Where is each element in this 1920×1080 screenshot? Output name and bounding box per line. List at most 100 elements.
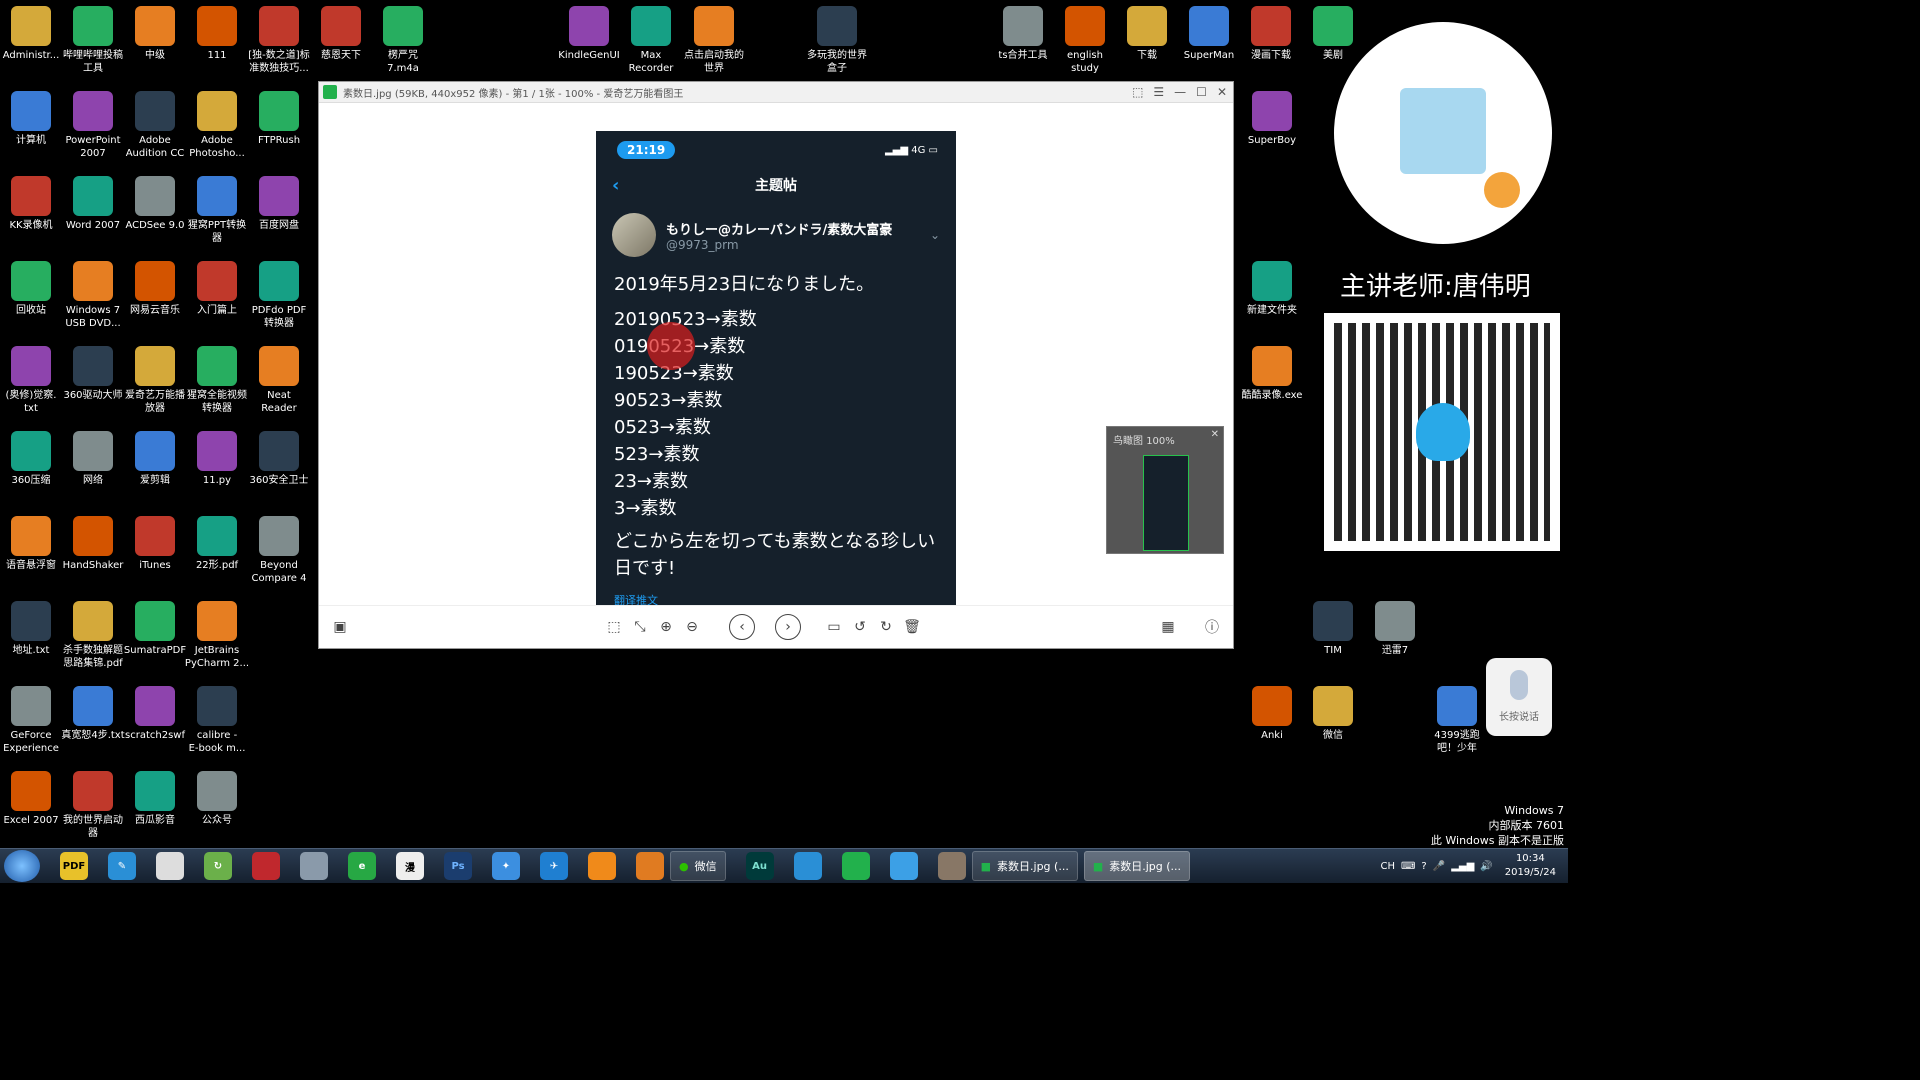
image-viewer-window[interactable]: 素数日.jpg (59KB, 440x952 像素) - 第1 / 1张 - 1… <box>318 81 1234 649</box>
desktop-icon[interactable]: SuperMan <box>1174 6 1244 62</box>
minimize-button[interactable]: — <box>1174 85 1186 99</box>
desktop-icon[interactable]: 西瓜影音 <box>120 771 190 827</box>
delete-icon[interactable]: 🗑 <box>899 614 925 640</box>
desktop-icon[interactable]: TIM <box>1298 601 1368 657</box>
desktop-icon[interactable]: 语音悬浮窗 <box>0 516 66 572</box>
desktop-icon[interactable]: 我的世界启动 器 <box>58 771 128 840</box>
desktop-icon[interactable]: 多玩我的世界 盒子 <box>802 6 872 75</box>
voice-input-popup[interactable]: 长按说话 <box>1486 658 1552 736</box>
desktop-icon[interactable]: [独-数之道]标 准数独技巧... <box>244 6 314 75</box>
desktop-icon[interactable]: Anki <box>1237 686 1307 742</box>
pet-icon[interactable] <box>156 852 184 880</box>
menu-icon[interactable]: ☰ <box>1153 85 1164 99</box>
desktop-icon[interactable]: SumatraPDF <box>120 601 190 657</box>
desktop-icon[interactable]: ts合并工具 <box>988 6 1058 62</box>
info-icon[interactable]: ⓘ <box>1199 614 1225 640</box>
fit-icon[interactable]: ⤡ <box>627 614 653 640</box>
desktop-icon[interactable]: KK录像机 <box>0 176 66 232</box>
skin-icon[interactable]: ⬚ <box>1132 85 1143 99</box>
close-button[interactable]: ✕ <box>1217 85 1227 99</box>
desktop-icon[interactable]: KindleGenUI <box>554 6 624 62</box>
book-icon[interactable] <box>252 852 280 880</box>
desktop-icon[interactable]: 点击启动我的 世界 <box>679 6 749 75</box>
desktop-icon[interactable]: english study <box>1050 6 1120 75</box>
desktop-icon[interactable]: 11.py <box>182 431 252 487</box>
desktop-icon[interactable]: 360驱动大师 <box>58 346 128 402</box>
thunder-icon[interactable]: ✈ <box>540 852 568 880</box>
desktop-icon[interactable]: Max Recorder <box>616 6 686 75</box>
desktop-icon[interactable]: Adobe Photosho... <box>182 91 252 160</box>
ime-indicator[interactable]: CH <box>1380 861 1395 872</box>
recorder-icon[interactable] <box>300 852 328 880</box>
image-canvas[interactable]: 21:19 ▂▄▆ 4G ▭ ‹ 主题帖 もりしー@カレーパンドラ/素数大富豪 … <box>319 103 1233 628</box>
next-button[interactable]: › <box>775 614 801 640</box>
desktop-icon[interactable]: Administr... <box>0 6 66 62</box>
desktop-icon[interactable]: 漫画下载 <box>1236 6 1306 62</box>
desktop-icon[interactable]: JetBrains PyCharm 2... <box>182 601 252 670</box>
desktop-icon[interactable]: Beyond Compare 4 <box>244 516 314 585</box>
prev-button[interactable]: ‹ <box>729 614 755 640</box>
fox-icon[interactable] <box>588 852 616 880</box>
close-icon[interactable]: ✕ <box>1211 429 1219 440</box>
network-icon[interactable]: ▂▄▆ <box>1451 861 1474 872</box>
desktop-icon[interactable]: SuperBoy <box>1237 91 1307 147</box>
volume-icon[interactable]: 🔊 <box>1480 861 1492 872</box>
keyboard-icon[interactable]: ⌨ <box>1401 861 1415 872</box>
game-icon[interactable] <box>937 852 966 880</box>
audition-icon[interactable]: Au <box>745 852 774 880</box>
desktop-icon[interactable]: 真宽恕4步.txt <box>58 686 128 742</box>
desktop-icon[interactable]: 爱奇艺万能播 放器 <box>120 346 190 415</box>
desktop-icon[interactable]: 4399逃跑 吧！少年 <box>1422 686 1492 755</box>
desktop-icon[interactable]: calibre - E-book m... <box>182 686 252 755</box>
viewer-titlebar[interactable]: 素数日.jpg (59KB, 440x952 像素) - 第1 / 1张 - 1… <box>319 82 1233 103</box>
pdf-icon[interactable]: PDF <box>60 852 88 880</box>
desktop-icon[interactable]: Excel 2007 <box>0 771 66 827</box>
desktop-icon[interactable]: HandShaker <box>58 516 128 572</box>
desktop-icon[interactable]: 楞严咒 7.m4a <box>368 6 438 75</box>
browser-icon[interactable]: e <box>348 852 376 880</box>
taskbar-viewer-2[interactable]: ■ 素数日.jpg (... <box>1083 851 1191 881</box>
desktop-icon[interactable]: 111 <box>182 6 252 62</box>
qr-code-icon[interactable]: ▦ <box>1155 614 1181 640</box>
desktop-icon[interactable]: 中级 <box>120 6 190 62</box>
iqiyi-icon[interactable] <box>841 852 870 880</box>
taskbar-viewer-1[interactable]: ■ 素数日.jpg (... <box>971 851 1078 881</box>
ftp-icon[interactable]: ↻ <box>204 852 232 880</box>
desktop-icon[interactable]: 酷酷录像.exe <box>1237 346 1307 402</box>
reader-icon[interactable] <box>889 852 918 880</box>
overview-thumbnail[interactable] <box>1143 455 1189 551</box>
rotate-left-icon[interactable]: ↺ <box>847 614 873 640</box>
zoom-out-icon[interactable]: ⊖ <box>679 614 705 640</box>
photoshop-icon[interactable]: Ps <box>444 852 472 880</box>
help-icon[interactable]: ? <box>1421 861 1426 872</box>
desktop-icon[interactable]: 新建文件夹 <box>1237 261 1307 317</box>
desktop-icon[interactable]: 360压缩 <box>0 431 66 487</box>
crop-icon[interactable]: ⬚ <box>601 614 627 640</box>
desktop-icon[interactable]: 公众号 <box>182 771 252 827</box>
desktop-icon[interactable]: Adobe Audition CC <box>120 91 190 160</box>
desktop-icon[interactable]: 爱剪辑 <box>120 431 190 487</box>
desktop-icon[interactable]: 哔哩哔哩投稿 工具 <box>58 6 128 75</box>
desktop-icon[interactable]: 慈恩天下 <box>306 6 376 62</box>
desktop-icon[interactable]: Neat Reader <box>244 346 314 415</box>
baidu-disk-icon[interactable] <box>793 852 822 880</box>
desktop-icon[interactable]: GeForce Experience <box>0 686 66 755</box>
desktop-icon[interactable]: 迅雷7 <box>1360 601 1430 657</box>
desktop-icon[interactable]: PDFdo PDF 转换器 <box>244 261 314 330</box>
wechat-task[interactable]: ● 微信 <box>670 851 726 881</box>
mic-tray-icon[interactable]: 🎤 <box>1433 861 1445 872</box>
clock[interactable]: 10:34 2019/5/24 <box>1499 852 1562 880</box>
desktop-icon[interactable]: 计算机 <box>0 91 66 147</box>
slideshow-icon[interactable]: ▭ <box>821 614 847 640</box>
desktop-icon[interactable]: scratch2swf <box>120 686 190 742</box>
overview-panel[interactable]: 鸟瞰图 100% ✕ <box>1106 426 1224 554</box>
desktop-icon[interactable]: Windows 7 USB DVD... <box>58 261 128 330</box>
desktop-icon[interactable]: 地址.txt <box>0 601 66 657</box>
desktop-icon[interactable]: Word 2007 <box>58 176 128 232</box>
desktop-icon[interactable]: FTPRush <box>244 91 314 147</box>
rotate-right-icon[interactable]: ↻ <box>873 614 899 640</box>
maximize-button[interactable]: ☐ <box>1196 85 1207 99</box>
desktop-icon[interactable]: 微信 <box>1298 686 1368 742</box>
desktop-icon[interactable]: 360安全卫士 <box>244 431 314 487</box>
desktop-icon[interactable]: 下载 <box>1112 6 1182 62</box>
